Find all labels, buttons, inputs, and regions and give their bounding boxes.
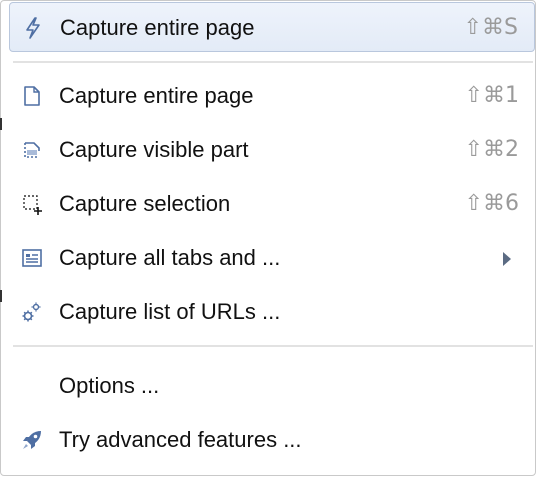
menu-item-label: Capture entire page — [60, 15, 255, 40]
menu-item-label: Capture entire page — [59, 83, 254, 108]
tabs-icon — [21, 247, 43, 269]
menu-item-label: Capture selection — [59, 191, 231, 216]
rocket-icon — [21, 429, 43, 451]
gears-icon — [21, 301, 43, 323]
menu-item-shortcut: ⇧⌘2 — [464, 137, 519, 162]
menu-item-capture-visible-part[interactable]: Capture visible part ⇧⌘2 — [9, 125, 535, 175]
menu-item-capture-entire-page-highlighted[interactable]: Capture entire page ⇧⌘S — [9, 2, 535, 52]
lightning-icon — [22, 17, 44, 39]
menu-item-capture-all-tabs[interactable]: Capture all tabs and ... — [9, 233, 535, 283]
menu-separator — [13, 61, 533, 63]
background-edge-mark — [0, 290, 2, 302]
menu-item-label: Try advanced features ... — [59, 427, 302, 452]
menu-item-shortcut: ⇧⌘S — [463, 15, 518, 40]
menu-item-label: Capture all tabs and ... — [59, 245, 281, 270]
menu-item-shortcut: ⇧⌘1 — [464, 83, 519, 108]
capture-menu: Capture entire page ⇧⌘S Capture entire p… — [0, 0, 536, 476]
menu-item-label: Options ... — [59, 373, 160, 398]
page-icon — [21, 85, 43, 107]
background-edge-mark — [0, 118, 2, 130]
menu-item-shortcut: ⇧⌘6 — [464, 191, 519, 216]
menu-item-capture-list-of-urls[interactable]: Capture list of URLs ... — [9, 287, 535, 337]
menu-item-label: Capture list of URLs ... — [59, 299, 281, 324]
submenu-arrow-icon — [503, 252, 511, 266]
menu-separator — [13, 345, 533, 347]
menu-item-options[interactable]: Options ... — [9, 361, 535, 411]
menu-item-capture-selection[interactable]: Capture selection ⇧⌘6 — [9, 179, 535, 229]
menu-item-capture-entire-page[interactable]: Capture entire page ⇧⌘1 — [9, 71, 535, 121]
selection-icon — [21, 193, 43, 215]
menu-item-try-advanced-features[interactable]: Try advanced features ... — [9, 415, 535, 465]
visible-part-icon — [21, 139, 43, 161]
menu-item-label: Capture visible part — [59, 137, 249, 162]
